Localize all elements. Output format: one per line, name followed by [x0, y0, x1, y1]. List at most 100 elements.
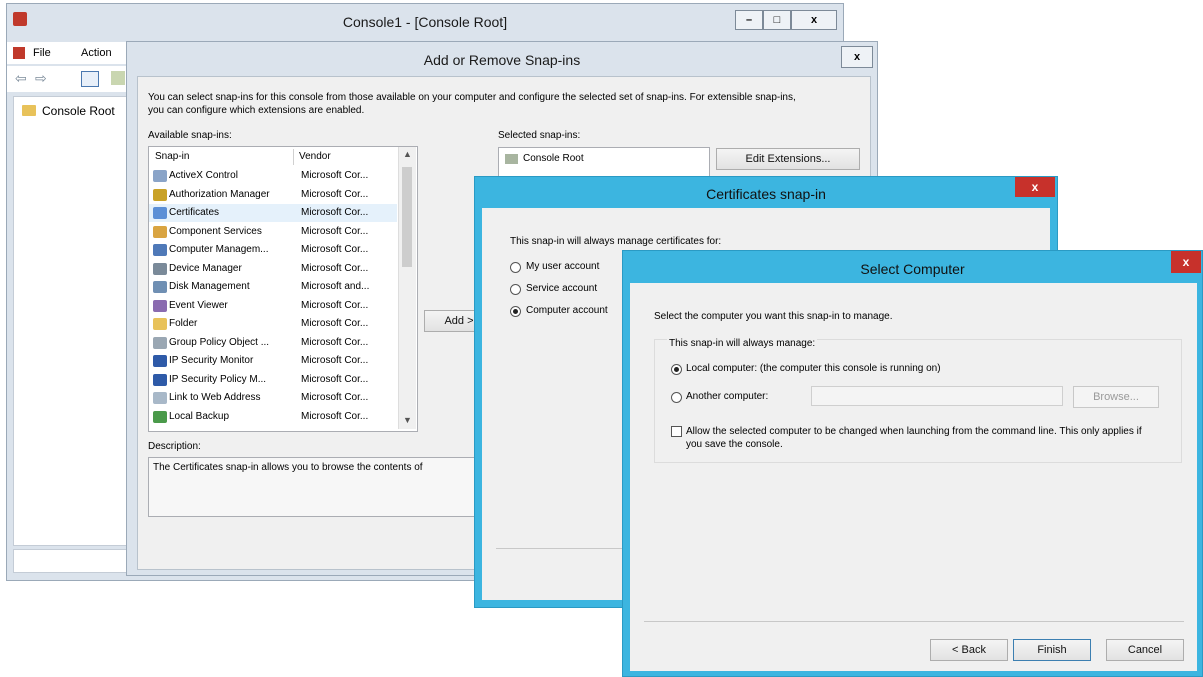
- minimize-button[interactable]: –: [735, 10, 763, 30]
- snapin-name: Computer Managem...: [169, 244, 269, 255]
- certificates-icon: [153, 207, 167, 219]
- snapin-row[interactable]: Component Services Microsoft Cor...: [149, 223, 397, 241]
- tree-pane: Console Root: [13, 96, 133, 546]
- computer-management-icon: [153, 244, 167, 256]
- local-backup-icon: [153, 410, 167, 423]
- snapin-name: Component Services: [169, 225, 262, 237]
- cert-close-button[interactable]: x: [1015, 177, 1055, 197]
- selected-label: Selected snap-ins:: [498, 130, 581, 141]
- snapin-vendor: Microsoft Cor...: [301, 355, 369, 366]
- my-user-account-radio[interactable]: [510, 262, 521, 273]
- available-snapins-list[interactable]: Snap-in Vendor ActiveX Control Microsoft …: [148, 146, 418, 432]
- maximize-button[interactable]: □: [763, 10, 791, 30]
- snapin-name: ActiveX Control: [169, 170, 238, 181]
- menu-action[interactable]: Action: [81, 47, 112, 59]
- local-computer-radio[interactable]: [671, 364, 682, 375]
- export-list-icon[interactable]: [111, 71, 125, 85]
- snapin-vendor: Microsoft Cor...: [301, 299, 369, 311]
- mmc-title: Console1 - [Console Root]: [342, 14, 508, 30]
- edit-extensions-button[interactable]: Edit Extensions...: [716, 148, 860, 170]
- ip-security-monitor-icon: [153, 355, 167, 367]
- snapin-vendor: Microsoft Cor...: [301, 225, 369, 237]
- snapin-row[interactable]: Folder Microsoft Cor...: [149, 315, 397, 333]
- manage-groupbox: This snap-in will always manage: Local c…: [654, 338, 1182, 463]
- selected-snapins-list[interactable]: Console Root: [498, 147, 710, 179]
- group-policy-icon: [153, 336, 167, 349]
- menu-file[interactable]: File: [33, 47, 51, 59]
- snapin-vendor: Microsoft Cor...: [301, 207, 369, 218]
- snapin-name: IP Security Policy M...: [169, 373, 267, 385]
- description-box: The Certificates snap-in allows you to b…: [148, 457, 490, 517]
- snapin-row[interactable]: IP Security Monitor Microsoft Cor...: [149, 352, 397, 370]
- cancel-button[interactable]: Cancel: [1106, 639, 1184, 661]
- select-close-button[interactable]: x: [1171, 251, 1201, 273]
- select-client: Select the computer you want this snap-i…: [630, 283, 1197, 671]
- cert-prompt: This snap-in will always manage certific…: [510, 236, 722, 247]
- service-account-label[interactable]: Service account: [526, 283, 597, 294]
- snapin-row[interactable]: Certificates Microsoft Cor...: [149, 204, 397, 222]
- selected-item-console-root[interactable]: Console Root: [523, 153, 584, 164]
- finish-button[interactable]: Finish: [1013, 639, 1091, 661]
- snapin-name: Group Policy Object ...: [169, 336, 270, 348]
- snapin-name: Folder: [169, 318, 198, 329]
- tree-console-root[interactable]: Console Root: [42, 104, 115, 118]
- snapin-vendor: Microsoft Cor...: [301, 170, 369, 181]
- snapin-row[interactable]: Link to Web Address Microsoft Cor...: [149, 389, 397, 407]
- folder-icon: [153, 318, 167, 330]
- snapin-name: IP Security Monitor: [169, 355, 254, 366]
- local-computer-label[interactable]: Local computer: (the computer this conso…: [686, 363, 941, 374]
- column-header-vendor[interactable]: Vendor: [299, 151, 331, 162]
- list-scrollbar[interactable]: ▲ ▼: [398, 147, 416, 429]
- back-arrow-icon[interactable]: ⇦: [15, 70, 27, 87]
- snapin-row[interactable]: Group Policy Object ... Microsoft Cor...: [149, 334, 397, 352]
- status-bar: [13, 549, 133, 573]
- scroll-down-arrow-icon[interactable]: ▼: [403, 415, 412, 425]
- browse-button[interactable]: Browse...: [1073, 386, 1159, 408]
- description-label: Description:: [148, 441, 201, 452]
- snapin-vendor: Microsoft Cor...: [301, 318, 369, 329]
- another-computer-label[interactable]: Another computer:: [686, 391, 768, 402]
- cert-title: Certificates snap-in: [706, 186, 826, 202]
- my-user-account-label[interactable]: My user account: [526, 261, 599, 272]
- allow-change-label[interactable]: Allow the selected computer to be change…: [686, 425, 1156, 451]
- device-manager-icon: [153, 262, 167, 275]
- forward-arrow-icon[interactable]: ⇨: [35, 70, 47, 87]
- select-prompt: Select the computer you want this snap-i…: [654, 311, 893, 322]
- menu-app-icon: [13, 47, 25, 59]
- snapin-vendor: Microsoft and...: [301, 281, 370, 292]
- another-computer-input[interactable]: [811, 386, 1063, 406]
- snapin-row[interactable]: ActiveX Control Microsoft Cor...: [149, 167, 397, 185]
- snapin-vendor: Microsoft Cor...: [301, 410, 369, 422]
- event-viewer-icon: [153, 299, 167, 312]
- computer-account-label[interactable]: Computer account: [526, 305, 608, 316]
- column-header-snapin[interactable]: Snap-in: [155, 151, 189, 162]
- snapin-row[interactable]: Computer Managem... Microsoft Cor...: [149, 241, 397, 259]
- folder-icon: [22, 105, 36, 116]
- mmc-titlebar[interactable]: Console1 - [Console Root] – □ x: [7, 4, 843, 38]
- select-divider: [644, 621, 1184, 622]
- snapin-row[interactable]: Disk Management Microsoft and...: [149, 278, 397, 296]
- snapin-row[interactable]: Device Manager Microsoft Cor...: [149, 260, 397, 278]
- snapin-row[interactable]: Local Backup Microsoft Cor...: [149, 408, 397, 426]
- snapin-rows: ActiveX Control Microsoft Cor... Authoriza…: [149, 167, 397, 429]
- scroll-up-arrow-icon[interactable]: ▲: [403, 149, 412, 159]
- close-button[interactable]: x: [791, 10, 837, 30]
- add-remove-close-button[interactable]: x: [841, 46, 873, 68]
- snapin-row[interactable]: Authorization Manager Microsoft Cor...: [149, 186, 397, 204]
- allow-change-checkbox[interactable]: [671, 426, 682, 437]
- snapin-name: Link to Web Address: [169, 392, 261, 403]
- select-title: Select Computer: [860, 261, 965, 277]
- folder-icon: [505, 154, 518, 164]
- snapin-row[interactable]: IP Security Policy M... Microsoft Cor...: [149, 371, 397, 389]
- computer-account-radio[interactable]: [510, 306, 521, 317]
- show-hide-tree-icon[interactable]: [81, 71, 99, 87]
- service-account-radio[interactable]: [510, 284, 521, 295]
- add-remove-title: Add or Remove Snap-ins: [423, 52, 581, 68]
- scroll-thumb[interactable]: [402, 167, 412, 267]
- snapin-row[interactable]: Event Viewer Microsoft Cor...: [149, 297, 397, 315]
- ip-security-policy-icon: [153, 373, 167, 386]
- link-icon: [153, 392, 167, 404]
- snapin-name: Device Manager: [169, 262, 242, 274]
- another-computer-radio[interactable]: [671, 392, 682, 403]
- back-button[interactable]: < Back: [930, 639, 1008, 661]
